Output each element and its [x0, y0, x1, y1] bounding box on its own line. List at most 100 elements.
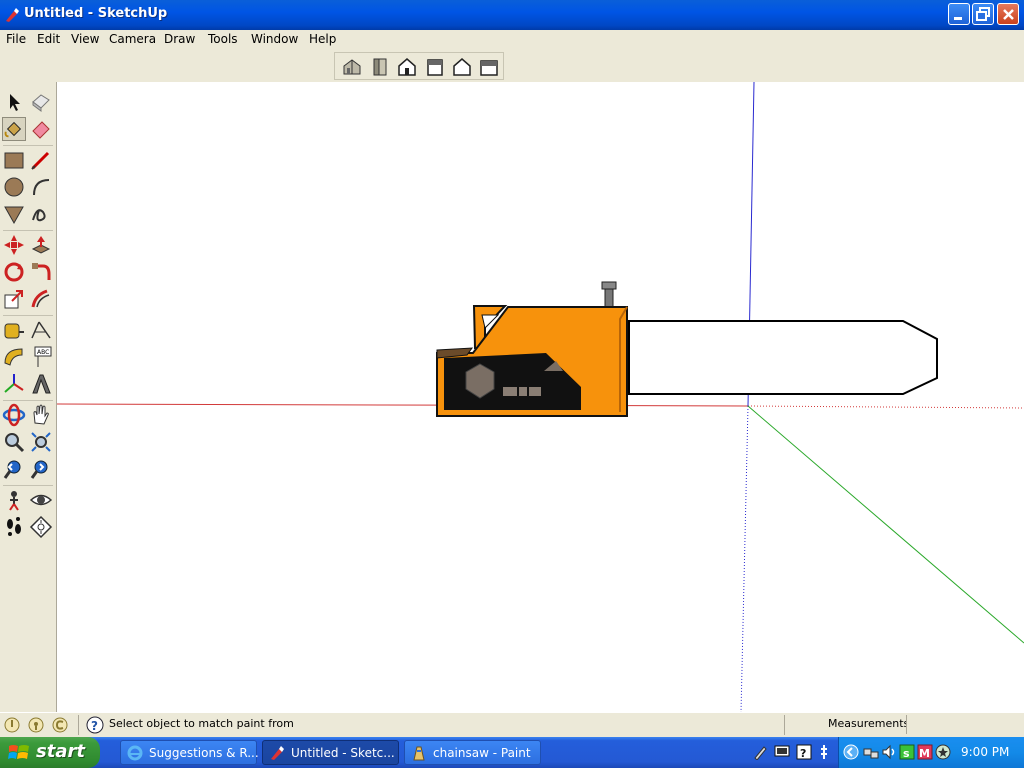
tray-app-green-icon[interactable]: s [899, 744, 915, 760]
separator [3, 230, 53, 231]
section-plane-icon[interactable] [29, 515, 53, 539]
drawing-canvas[interactable] [57, 82, 1024, 712]
geo-location-icon[interactable] [3, 716, 21, 734]
make-component-icon[interactable] [29, 90, 53, 114]
chainsaw-vent-3 [529, 387, 541, 396]
blue-axis-negative [740, 405, 749, 712]
next-view-icon[interactable] [29, 457, 53, 481]
offset-icon[interactable] [29, 287, 53, 311]
text-icon[interactable]: ABC [29, 345, 53, 369]
taskbar-button-sketchup[interactable]: Untitled - Sketc... [262, 740, 399, 765]
tray-app-m-icon[interactable]: M [917, 744, 933, 760]
red-axis-negative [747, 405, 1024, 409]
top-view-icon[interactable] [369, 56, 391, 78]
model-view[interactable] [57, 82, 1024, 712]
walk-icon[interactable] [2, 515, 26, 539]
views-toolbar [334, 52, 504, 80]
menu-tools[interactable]: Tools [208, 32, 238, 46]
svg-text:M: M [919, 747, 930, 760]
zoom-icon[interactable] [2, 430, 26, 454]
tray-pen-icon[interactable] [752, 744, 768, 760]
push-pull-icon[interactable] [29, 233, 53, 257]
rectangle-icon[interactable] [2, 148, 26, 172]
menu-view[interactable]: View [71, 32, 99, 46]
tray-help-icon[interactable]: ? [796, 744, 812, 760]
task-label: chainsaw - Paint [433, 746, 531, 760]
taskbar-button-suggestions[interactable]: Suggestions & R... [120, 740, 259, 765]
tray-network-icon[interactable] [863, 744, 879, 760]
menu-help[interactable]: Help [309, 32, 336, 46]
freehand-icon[interactable] [29, 202, 53, 226]
scale-icon[interactable] [2, 287, 26, 311]
svg-text:?: ? [91, 719, 98, 733]
front-view-icon[interactable] [396, 56, 418, 78]
dimension-icon[interactable] [29, 318, 53, 342]
circle-icon[interactable] [2, 175, 26, 199]
eraser-icon[interactable] [29, 117, 53, 141]
restore-icon [976, 7, 990, 21]
menu-camera[interactable]: Camera [109, 32, 156, 46]
separator [3, 315, 53, 316]
axes-icon[interactable] [2, 372, 26, 396]
window-title: Untitled - SketchUp [24, 6, 168, 21]
chainsaw-knob[interactable] [604, 286, 614, 308]
task-label: Untitled - Sketc... [291, 746, 395, 760]
polygon-icon[interactable] [2, 202, 26, 226]
red-axis [57, 403, 749, 407]
select-icon[interactable] [2, 90, 26, 114]
minimize-icon [954, 17, 962, 20]
credits-icon[interactable] [27, 716, 45, 734]
svg-text:s: s [903, 747, 910, 760]
menu-window[interactable]: Window [251, 32, 298, 46]
3d-text-icon[interactable] [29, 372, 53, 396]
arc-icon[interactable] [29, 175, 53, 199]
svg-text:?: ? [800, 747, 806, 760]
copyright-icon[interactable] [51, 716, 69, 734]
divider [78, 715, 79, 735]
help-icon[interactable]: ? [86, 716, 104, 734]
previous-view-icon[interactable] [2, 457, 26, 481]
menu-edit[interactable]: Edit [37, 32, 60, 46]
measurements-field[interactable] [906, 715, 1023, 734]
close-button[interactable] [997, 3, 1019, 25]
zoom-window-icon[interactable] [29, 430, 53, 454]
measurements-label: Measurements [828, 717, 910, 730]
rotate-icon[interactable] [2, 260, 26, 284]
tray-volume-icon[interactable] [881, 744, 897, 760]
line-icon[interactable] [29, 148, 53, 172]
start-label: start [36, 741, 85, 762]
chainsaw-bar[interactable] [628, 320, 938, 395]
orbit-icon[interactable] [2, 403, 26, 427]
back-view-icon[interactable] [451, 56, 473, 78]
sketchup-app-icon [6, 8, 19, 22]
tray-monitor-icon[interactable] [774, 744, 790, 760]
ie-icon [127, 745, 143, 761]
taskbar-button-paint[interactable]: chainsaw - Paint [404, 740, 541, 765]
position-camera-icon[interactable] [2, 488, 26, 512]
minimize-button[interactable] [948, 3, 970, 25]
left-view-icon[interactable] [478, 56, 500, 78]
tray-usb-icon[interactable] [818, 744, 830, 760]
follow-me-icon[interactable] [29, 260, 53, 284]
sketchup-icon [271, 746, 284, 760]
menu-draw[interactable]: Draw [164, 32, 195, 46]
task-label: Suggestions & R... [149, 746, 259, 760]
protractor-icon[interactable] [2, 345, 26, 369]
move-icon[interactable] [2, 233, 26, 257]
menu-file[interactable]: File [6, 32, 26, 46]
pan-icon[interactable] [29, 403, 53, 427]
tray-arrow-icon[interactable] [843, 744, 859, 760]
maximize-button[interactable] [972, 3, 994, 25]
divider [784, 715, 785, 735]
windows-logo-icon [8, 745, 29, 759]
start-button[interactable]: start [0, 737, 100, 768]
right-view-icon[interactable] [424, 56, 446, 78]
tape-measure-icon[interactable] [2, 318, 26, 342]
system-tray: s M 9:00 PM [838, 737, 1024, 768]
status-message: Select object to match paint from [109, 717, 294, 730]
iso-view-icon[interactable] [341, 56, 363, 78]
title-bar: Untitled - SketchUp [0, 0, 1024, 30]
paint-bucket-icon[interactable] [2, 117, 26, 141]
tray-app-star-icon[interactable] [935, 744, 951, 760]
look-around-icon[interactable] [29, 488, 53, 512]
